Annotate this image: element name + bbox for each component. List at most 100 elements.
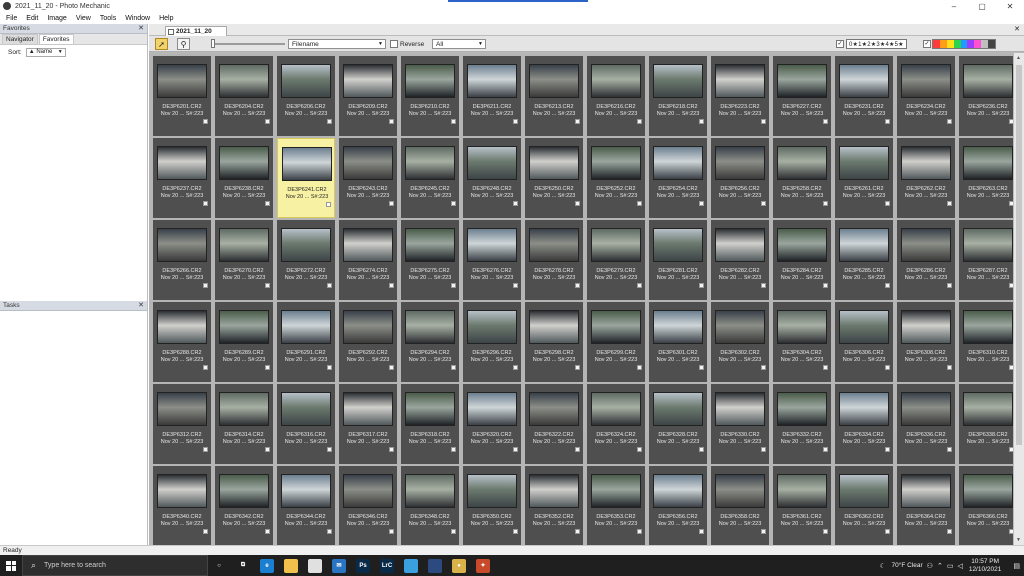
thumbnail-cell[interactable]: DE3P6342.CR2 Nov 20 ... S#:223 bbox=[215, 466, 273, 546]
tab-navigator[interactable]: Navigator bbox=[2, 34, 38, 44]
thumbnail-cell[interactable]: DE3P6287.CR2 Nov 20 ... S#:223 bbox=[959, 220, 1017, 300]
thumbnail-image[interactable] bbox=[467, 310, 517, 344]
thumbnail-cell[interactable]: DE3P6285.CR2 Nov 20 ... S#:223 bbox=[835, 220, 893, 300]
thumbnail-cell[interactable]: DE3P6201.CR2 Nov 20 ... S#:223 bbox=[153, 56, 211, 136]
thumbnail-image[interactable] bbox=[157, 146, 207, 180]
thumbnail-cell[interactable]: DE3P6298.CR2 Nov 20 ... S#:223 bbox=[525, 302, 583, 382]
thumbnail-cell[interactable]: DE3P6320.CR2 Nov 20 ... S#:223 bbox=[463, 384, 521, 464]
thumbnail-image[interactable] bbox=[529, 474, 579, 508]
tag-checkbox[interactable] bbox=[637, 201, 642, 206]
color-filter-checkbox[interactable]: ✓ bbox=[923, 40, 931, 48]
thumbnail-cell[interactable]: DE3P6299.CR2 Nov 20 ... S#:223 bbox=[587, 302, 645, 382]
tag-checkbox[interactable] bbox=[637, 119, 642, 124]
thumbnail-image[interactable] bbox=[157, 310, 207, 344]
thumbnail-cell[interactable]: DE3P6261.CR2 Nov 20 ... S#:223 bbox=[835, 138, 893, 218]
thumbnail-image[interactable] bbox=[405, 474, 455, 508]
thumbnail-image[interactable] bbox=[963, 310, 1013, 344]
color-class-swatch[interactable] bbox=[981, 40, 989, 48]
tag-checkbox[interactable] bbox=[513, 119, 518, 124]
thumbnail-cell[interactable]: DE3P6223.CR2 Nov 20 ... S#:223 bbox=[711, 56, 769, 136]
thumbnail-cell[interactable]: DE3P6282.CR2 Nov 20 ... S#:223 bbox=[711, 220, 769, 300]
tag-checkbox[interactable] bbox=[203, 529, 208, 534]
thumbnail-cell[interactable]: DE3P6352.CR2 Nov 20 ... S#:223 bbox=[525, 466, 583, 546]
tag-checkbox[interactable] bbox=[699, 283, 704, 288]
tag-checkbox[interactable] bbox=[699, 529, 704, 534]
photos-icon[interactable] bbox=[404, 558, 418, 573]
tag-checkbox[interactable] bbox=[327, 529, 332, 534]
thumbnail-cell[interactable]: DE3P6236.CR2 Nov 20 ... S#:223 bbox=[959, 56, 1017, 136]
thumbnail-image[interactable] bbox=[281, 392, 331, 426]
tag-checkbox[interactable] bbox=[389, 201, 394, 206]
favorites-panel-close-icon[interactable]: ✕ bbox=[138, 24, 144, 32]
thumbnail-image[interactable] bbox=[157, 392, 207, 426]
thumbnail-cell[interactable]: DE3P6256.CR2 Nov 20 ... S#:223 bbox=[711, 138, 769, 218]
thumbnail-cell[interactable]: DE3P6330.CR2 Nov 20 ... S#:223 bbox=[711, 384, 769, 464]
thumbnail-image[interactable] bbox=[715, 310, 765, 344]
color-class-swatch[interactable] bbox=[974, 40, 982, 48]
thumbnail-cell[interactable]: DE3P6308.CR2 Nov 20 ... S#:223 bbox=[897, 302, 955, 382]
tag-checkbox[interactable] bbox=[327, 365, 332, 370]
thumbnail-cell[interactable]: DE3P6340.CR2 Nov 20 ... S#:223 bbox=[153, 466, 211, 546]
tag-checkbox[interactable] bbox=[885, 201, 890, 206]
thumbnail-image[interactable] bbox=[715, 64, 765, 98]
thumbnail-cell[interactable]: DE3P6211.CR2 Nov 20 ... S#:223 bbox=[463, 56, 521, 136]
tag-checkbox[interactable] bbox=[389, 119, 394, 124]
thumbnail-cell[interactable]: DE3P6243.CR2 Nov 20 ... S#:223 bbox=[339, 138, 397, 218]
thumbnail-cell[interactable]: DE3P6292.CR2 Nov 20 ... S#:223 bbox=[339, 302, 397, 382]
tag-checkbox[interactable] bbox=[699, 201, 704, 206]
tag-checkbox[interactable] bbox=[761, 529, 766, 534]
thumbnail-cell[interactable]: DE3P6238.CR2 Nov 20 ... S#:223 bbox=[215, 138, 273, 218]
tag-checkbox[interactable] bbox=[947, 365, 952, 370]
thumbnail-image[interactable] bbox=[282, 147, 332, 181]
thumbnail-image[interactable] bbox=[839, 64, 889, 98]
thumbnail-cell[interactable]: DE3P6206.CR2 Nov 20 ... S#:223 bbox=[277, 56, 335, 136]
thumbnail-image[interactable] bbox=[839, 474, 889, 508]
tag-checkbox[interactable] bbox=[823, 283, 828, 288]
thumbnail-image[interactable] bbox=[715, 228, 765, 262]
thumbnail-cell[interactable]: DE3P6263.CR2 Nov 20 ... S#:223 bbox=[959, 138, 1017, 218]
rating-filter[interactable]: 0★1★2★3★4★5★ bbox=[846, 39, 907, 49]
menu-tools[interactable]: Tools bbox=[100, 15, 116, 22]
thumbnail-image[interactable] bbox=[591, 474, 641, 508]
thumbnail-image[interactable] bbox=[405, 64, 455, 98]
thumbnail-cell[interactable]: DE3P6317.CR2 Nov 20 ... S#:223 bbox=[339, 384, 397, 464]
thumbnail-cell[interactable]: DE3P6350.CR2 Nov 20 ... S#:223 bbox=[463, 466, 521, 546]
thumbnail-image[interactable] bbox=[591, 310, 641, 344]
tag-checkbox[interactable] bbox=[761, 201, 766, 206]
thumbnail-cell[interactable]: DE3P6241.CR2 Nov 20 ... S#:223 bbox=[277, 138, 335, 218]
thumbnail-image[interactable] bbox=[963, 146, 1013, 180]
thumbnail-image[interactable] bbox=[529, 146, 579, 180]
file-explorer-icon[interactable] bbox=[284, 558, 298, 573]
taskbar-search-box[interactable]: ⌕ Type here to search bbox=[22, 555, 208, 576]
thumbnail-image[interactable] bbox=[901, 310, 951, 344]
thumbnail-image[interactable] bbox=[343, 64, 393, 98]
tag-checkbox[interactable] bbox=[699, 119, 704, 124]
thumbnail-cell[interactable]: DE3P6272.CR2 Nov 20 ... S#:223 bbox=[277, 220, 335, 300]
thumbnail-image[interactable] bbox=[343, 228, 393, 262]
start-button[interactable] bbox=[0, 555, 22, 576]
sort-order-dropdown[interactable]: Filename ▼ bbox=[288, 39, 386, 49]
thumbnail-image[interactable] bbox=[591, 392, 641, 426]
tag-checkbox[interactable] bbox=[575, 529, 580, 534]
tag-checkbox[interactable] bbox=[451, 119, 456, 124]
tag-checkbox[interactable] bbox=[513, 201, 518, 206]
thumbnail-cell[interactable]: DE3P6348.CR2 Nov 20 ... S#:223 bbox=[401, 466, 459, 546]
contact-sheet-close-icon[interactable]: ✕ bbox=[1014, 25, 1020, 33]
thumbnail-image[interactable] bbox=[281, 310, 331, 344]
people-icon[interactable]: ⚇ bbox=[927, 562, 933, 570]
thumbnail-cell[interactable]: DE3P6227.CR2 Nov 20 ... S#:223 bbox=[773, 56, 831, 136]
thumbnail-cell[interactable]: DE3P6281.CR2 Nov 20 ... S#:223 bbox=[649, 220, 707, 300]
thumbnail-image[interactable] bbox=[157, 64, 207, 98]
tag-checkbox[interactable] bbox=[451, 447, 456, 452]
thumbnail-cell[interactable]: DE3P6356.CR2 Nov 20 ... S#:223 bbox=[649, 466, 707, 546]
tag-checkbox[interactable] bbox=[637, 447, 642, 452]
thumbnail-cell[interactable]: DE3P6328.CR2 Nov 20 ... S#:223 bbox=[649, 384, 707, 464]
tag-checkbox[interactable] bbox=[203, 201, 208, 206]
tag-checkbox[interactable] bbox=[699, 365, 704, 370]
thumbnail-image[interactable] bbox=[901, 392, 951, 426]
tag-checkbox[interactable] bbox=[326, 202, 331, 207]
photo-mechanic-icon[interactable]: ✦ bbox=[476, 558, 490, 573]
tasks-panel-close-icon[interactable]: ✕ bbox=[138, 301, 144, 309]
thumbnail-image[interactable] bbox=[219, 228, 269, 262]
tag-checkbox[interactable] bbox=[451, 529, 456, 534]
